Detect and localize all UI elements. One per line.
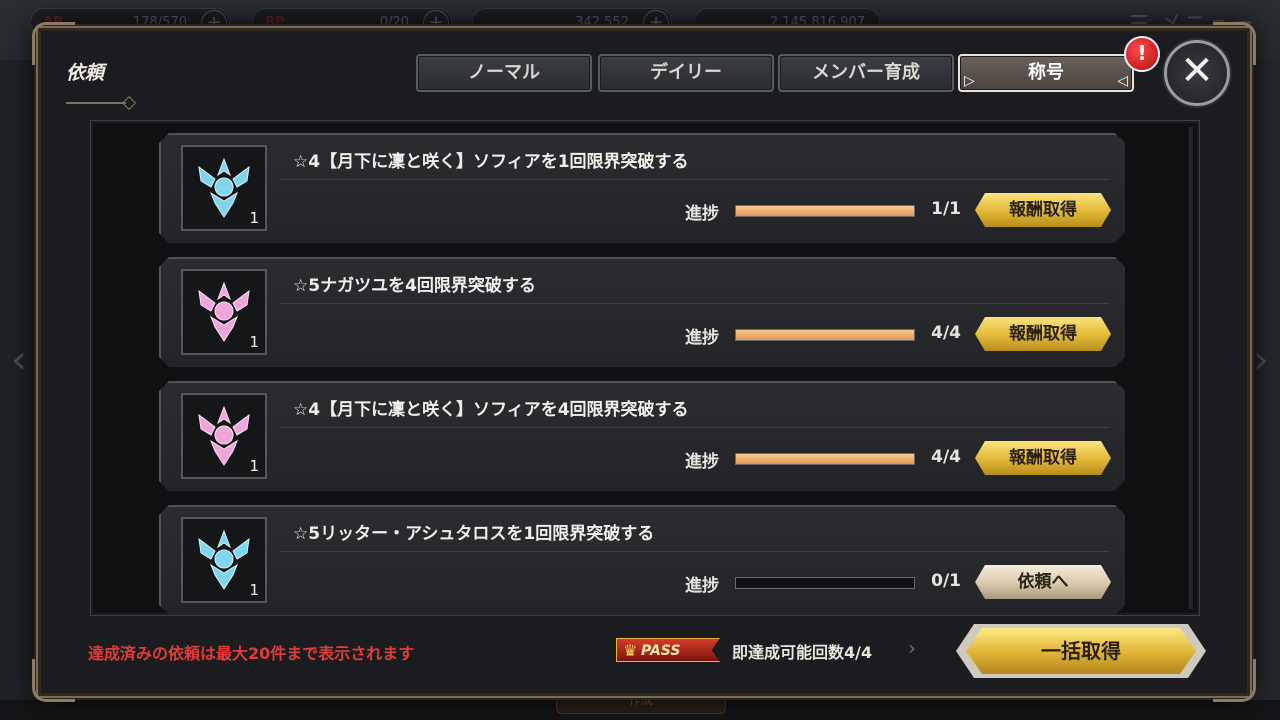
- quest-reward-count: 1: [249, 581, 259, 599]
- quest-divider: [279, 427, 1109, 428]
- quest-reward-icon: 1: [181, 145, 267, 231]
- display-limit-note: 達成済みの依頼は最大20件まで表示されます: [88, 644, 415, 663]
- tab-member-training[interactable]: メンバー育成: [778, 54, 954, 92]
- progress-count: 0/1: [931, 571, 961, 591]
- dialog-title: 依頼: [66, 62, 105, 84]
- progress-label: 進捗: [685, 328, 719, 348]
- quest-title: ☆4【月下に凜と咲く】ソフィアを4回限界突破する: [293, 400, 689, 420]
- progress-label: 進捗: [685, 204, 719, 224]
- pass-info[interactable]: ♛ PASS 即達成可能回数4/4 ›: [616, 634, 928, 666]
- frame-corner-ornament: [1213, 659, 1256, 702]
- progress-fill: [736, 206, 914, 216]
- chevron-left-icon[interactable]: ‹: [4, 330, 34, 390]
- pass-badge: ♛ PASS: [616, 638, 720, 662]
- quest-title: ☆5リッター・アシュタロスを1回限界突破する: [293, 524, 655, 544]
- quest-item: 1 ☆5リッター・アシュタロスを1回限界突破する 進捗 0/1 依頼へ: [159, 505, 1125, 615]
- quest-title: ☆5ナガツユを4回限界突破する: [293, 276, 536, 296]
- progress-count: 4/4: [931, 447, 961, 467]
- progress-count: 4/4: [931, 323, 961, 343]
- quest-reward-count: 1: [249, 457, 259, 475]
- progress-bar: [735, 205, 915, 217]
- frame-corner-ornament: [32, 659, 75, 702]
- claim-reward-button[interactable]: 報酬取得: [975, 441, 1111, 475]
- go-to-quest-button[interactable]: 依頼へ: [975, 565, 1111, 599]
- quest-divider: [279, 551, 1109, 552]
- bulk-claim-button[interactable]: 一括取得: [966, 628, 1196, 674]
- progress-bar: [735, 329, 915, 341]
- quest-reward-count: 1: [249, 209, 259, 227]
- title-divider: [66, 102, 126, 104]
- quest-divider: [279, 179, 1109, 180]
- instant-complete-count: 即達成可能回数4/4: [732, 643, 873, 662]
- close-button[interactable]: ✕: [1164, 40, 1230, 106]
- chevron-right-icon: ›: [908, 636, 916, 660]
- quest-title: ☆4【月下に凜と咲く】ソフィアを1回限界突破する: [293, 152, 689, 172]
- progress-bar: [735, 577, 915, 589]
- quest-reward-icon: 1: [181, 393, 267, 479]
- quest-reward-icon: 1: [181, 269, 267, 355]
- progress-fill: [736, 330, 914, 340]
- tab-arrow-right-icon: ◁: [1117, 73, 1128, 89]
- tab-titles[interactable]: ▷ 称号 ◁: [958, 54, 1134, 92]
- tab-arrow-left-icon: ▷: [964, 73, 975, 89]
- alert-badge-icon: !: [1124, 36, 1160, 72]
- progress-label: 進捗: [685, 576, 719, 596]
- tab-titles-label: 称号: [1028, 62, 1064, 83]
- quest-item: 1 ☆4【月下に凜と咲く】ソフィアを4回限界突破する 進捗 4/4 報酬取得: [159, 381, 1125, 491]
- quest-item: 1 ☆5ナガツユを4回限界突破する 進捗 4/4 報酬取得: [159, 257, 1125, 367]
- crown-icon: ♛: [623, 641, 638, 660]
- quest-reward-icon: 1: [181, 517, 267, 603]
- scrollbar[interactable]: [1189, 127, 1193, 609]
- claim-reward-button[interactable]: 報酬取得: [975, 193, 1111, 227]
- quest-reward-count: 1: [249, 333, 259, 351]
- quest-divider: [279, 303, 1109, 304]
- progress-count: 1/1: [931, 199, 961, 219]
- tab-daily[interactable]: デイリー: [598, 54, 774, 92]
- progress-fill: [736, 454, 914, 464]
- pass-badge-label: PASS: [641, 643, 681, 659]
- quest-dialog: 依頼 ノーマル デイリー メンバー育成 ▷ 称号 ◁ ! ✕ 1 ☆4【月下に凜…: [32, 22, 1256, 702]
- tab-normal[interactable]: ノーマル: [416, 54, 592, 92]
- quest-list[interactable]: 1 ☆4【月下に凜と咲く】ソフィアを1回限界突破する 進捗 1/1 報酬取得 1…: [90, 120, 1200, 616]
- claim-reward-button[interactable]: 報酬取得: [975, 317, 1111, 351]
- quest-item: 1 ☆4【月下に凜と咲く】ソフィアを1回限界突破する 進捗 1/1 報酬取得: [159, 133, 1125, 243]
- close-icon: ✕: [1180, 48, 1214, 94]
- progress-bar: [735, 453, 915, 465]
- progress-label: 進捗: [685, 452, 719, 472]
